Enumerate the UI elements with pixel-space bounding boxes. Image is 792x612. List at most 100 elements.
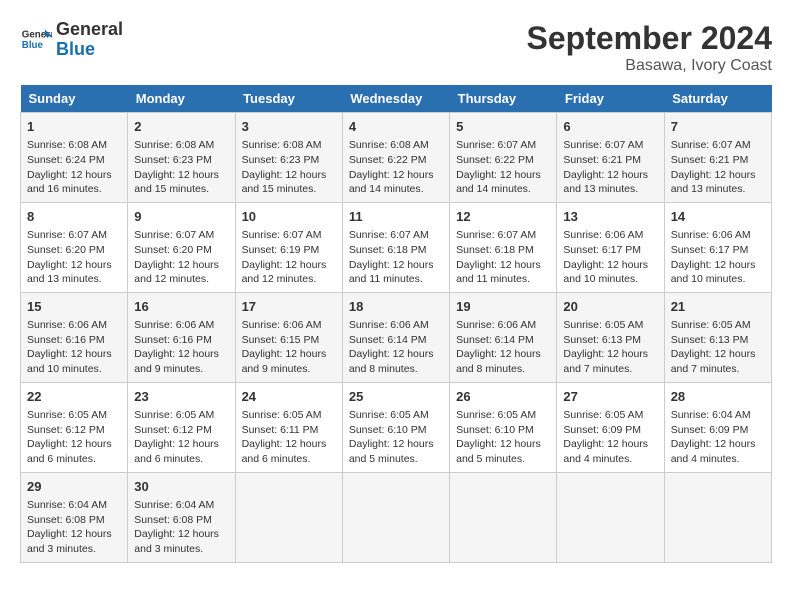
cell-info-line: Sunset: 6:12 PM: [134, 423, 228, 438]
cell-info-line: Sunrise: 6:07 AM: [134, 228, 228, 243]
cell-info-line: Sunrise: 6:07 AM: [456, 228, 550, 243]
day-number: 29: [27, 478, 121, 496]
day-number: 6: [563, 118, 657, 136]
day-number: 21: [671, 298, 765, 316]
cell-info-line: Sunset: 6:10 PM: [349, 423, 443, 438]
cell-info-line: Daylight: 12 hours: [242, 258, 336, 273]
cell-info-line: Daylight: 12 hours: [456, 258, 550, 273]
calendar-cell: [450, 472, 557, 562]
logo-icon: General Blue: [20, 24, 52, 56]
day-number: 9: [134, 208, 228, 226]
cell-info-line: Sunset: 6:19 PM: [242, 243, 336, 258]
svg-text:Blue: Blue: [22, 40, 44, 51]
cell-info-line: Sunset: 6:20 PM: [134, 243, 228, 258]
cell-info-line: and 16 minutes.: [27, 182, 121, 197]
location-title: Basawa, Ivory Coast: [527, 57, 772, 75]
cell-info-line: Sunset: 6:18 PM: [456, 243, 550, 258]
cell-info-line: Sunset: 6:22 PM: [456, 153, 550, 168]
cell-info-line: Sunset: 6:21 PM: [563, 153, 657, 168]
cell-info-line: Sunset: 6:16 PM: [27, 333, 121, 348]
cell-info-line: Sunset: 6:13 PM: [563, 333, 657, 348]
calendar-cell: 25Sunrise: 6:05 AMSunset: 6:10 PMDayligh…: [342, 382, 449, 472]
calendar-cell: 17Sunrise: 6:06 AMSunset: 6:15 PMDayligh…: [235, 292, 342, 382]
cell-info-line: and 10 minutes.: [671, 272, 765, 287]
calendar-cell: 13Sunrise: 6:06 AMSunset: 6:17 PMDayligh…: [557, 202, 664, 292]
cell-info-line: Daylight: 12 hours: [134, 437, 228, 452]
cell-info-line: Daylight: 12 hours: [27, 527, 121, 542]
cell-info-line: Sunset: 6:18 PM: [349, 243, 443, 258]
cell-info-line: Daylight: 12 hours: [134, 258, 228, 273]
cell-info-line: Sunset: 6:10 PM: [456, 423, 550, 438]
calendar-cell: 15Sunrise: 6:06 AMSunset: 6:16 PMDayligh…: [21, 292, 128, 382]
cell-info-line: Sunrise: 6:06 AM: [27, 318, 121, 333]
calendar-cell: 22Sunrise: 6:05 AMSunset: 6:12 PMDayligh…: [21, 382, 128, 472]
calendar-cell: 1Sunrise: 6:08 AMSunset: 6:24 PMDaylight…: [21, 113, 128, 203]
day-number: 12: [456, 208, 550, 226]
cell-info-line: and 3 minutes.: [27, 542, 121, 557]
cell-info-line: Daylight: 12 hours: [242, 437, 336, 452]
day-number: 2: [134, 118, 228, 136]
calendar-cell: [342, 472, 449, 562]
logo-text: General Blue: [56, 20, 123, 60]
col-tuesday: Tuesday: [235, 85, 342, 113]
day-number: 1: [27, 118, 121, 136]
cell-info-line: Sunset: 6:20 PM: [27, 243, 121, 258]
cell-info-line: Sunrise: 6:04 AM: [671, 408, 765, 423]
cell-info-line: Sunrise: 6:07 AM: [456, 138, 550, 153]
cell-info-line: Daylight: 12 hours: [349, 258, 443, 273]
logo: General Blue General Blue: [20, 20, 123, 60]
col-saturday: Saturday: [664, 85, 771, 113]
calendar-cell: 24Sunrise: 6:05 AMSunset: 6:11 PMDayligh…: [235, 382, 342, 472]
calendar-cell: 28Sunrise: 6:04 AMSunset: 6:09 PMDayligh…: [664, 382, 771, 472]
day-number: 16: [134, 298, 228, 316]
cell-info-line: Sunrise: 6:08 AM: [27, 138, 121, 153]
cell-info-line: Sunset: 6:22 PM: [349, 153, 443, 168]
cell-info-line: Sunrise: 6:06 AM: [242, 318, 336, 333]
calendar-cell: 6Sunrise: 6:07 AMSunset: 6:21 PMDaylight…: [557, 113, 664, 203]
day-number: 25: [349, 388, 443, 406]
cell-info-line: Sunrise: 6:04 AM: [27, 498, 121, 513]
cell-info-line: Daylight: 12 hours: [27, 168, 121, 183]
calendar-header-row: Sunday Monday Tuesday Wednesday Thursday…: [21, 85, 772, 113]
day-number: 4: [349, 118, 443, 136]
cell-info-line: Sunset: 6:14 PM: [456, 333, 550, 348]
day-number: 3: [242, 118, 336, 136]
cell-info-line: Sunrise: 6:08 AM: [134, 138, 228, 153]
cell-info-line: Daylight: 12 hours: [456, 437, 550, 452]
calendar-cell: 10Sunrise: 6:07 AMSunset: 6:19 PMDayligh…: [235, 202, 342, 292]
cell-info-line: Sunset: 6:09 PM: [563, 423, 657, 438]
title-area: September 2024 Basawa, Ivory Coast: [527, 20, 772, 75]
day-number: 22: [27, 388, 121, 406]
cell-info-line: Sunset: 6:11 PM: [242, 423, 336, 438]
cell-info-line: Sunrise: 6:05 AM: [671, 318, 765, 333]
day-number: 17: [242, 298, 336, 316]
cell-info-line: Daylight: 12 hours: [563, 347, 657, 362]
cell-info-line: Sunrise: 6:07 AM: [349, 228, 443, 243]
day-number: 20: [563, 298, 657, 316]
cell-info-line: and 12 minutes.: [242, 272, 336, 287]
cell-info-line: Daylight: 12 hours: [456, 347, 550, 362]
cell-info-line: and 5 minutes.: [456, 452, 550, 467]
calendar-cell: 7Sunrise: 6:07 AMSunset: 6:21 PMDaylight…: [664, 113, 771, 203]
day-number: 15: [27, 298, 121, 316]
cell-info-line: Sunrise: 6:04 AM: [134, 498, 228, 513]
col-thursday: Thursday: [450, 85, 557, 113]
day-number: 19: [456, 298, 550, 316]
calendar-cell: 4Sunrise: 6:08 AMSunset: 6:22 PMDaylight…: [342, 113, 449, 203]
cell-info-line: and 6 minutes.: [27, 452, 121, 467]
cell-info-line: Sunrise: 6:08 AM: [349, 138, 443, 153]
calendar-cell: 12 Sunrise: 6:07 AMSunset: 6:18 PMDayligh…: [450, 202, 557, 292]
cell-info-line: and 9 minutes.: [242, 362, 336, 377]
day-number: 13: [563, 208, 657, 226]
cell-info-line: Daylight: 12 hours: [563, 258, 657, 273]
cell-info-line: Sunrise: 6:05 AM: [27, 408, 121, 423]
calendar-cell: 18Sunrise: 6:06 AMSunset: 6:14 PMDayligh…: [342, 292, 449, 382]
calendar-cell: [235, 472, 342, 562]
day-number: 23: [134, 388, 228, 406]
cell-info-line: and 6 minutes.: [242, 452, 336, 467]
calendar-cell: 29 Sunrise: 6:04 AMSunset: 6:08 PMDayligh…: [21, 472, 128, 562]
cell-info-line: Sunset: 6:08 PM: [27, 513, 121, 528]
col-sunday: Sunday: [21, 85, 128, 113]
calendar-cell: [557, 472, 664, 562]
calendar-cell: 23Sunrise: 6:05 AMSunset: 6:12 PMDayligh…: [128, 382, 235, 472]
